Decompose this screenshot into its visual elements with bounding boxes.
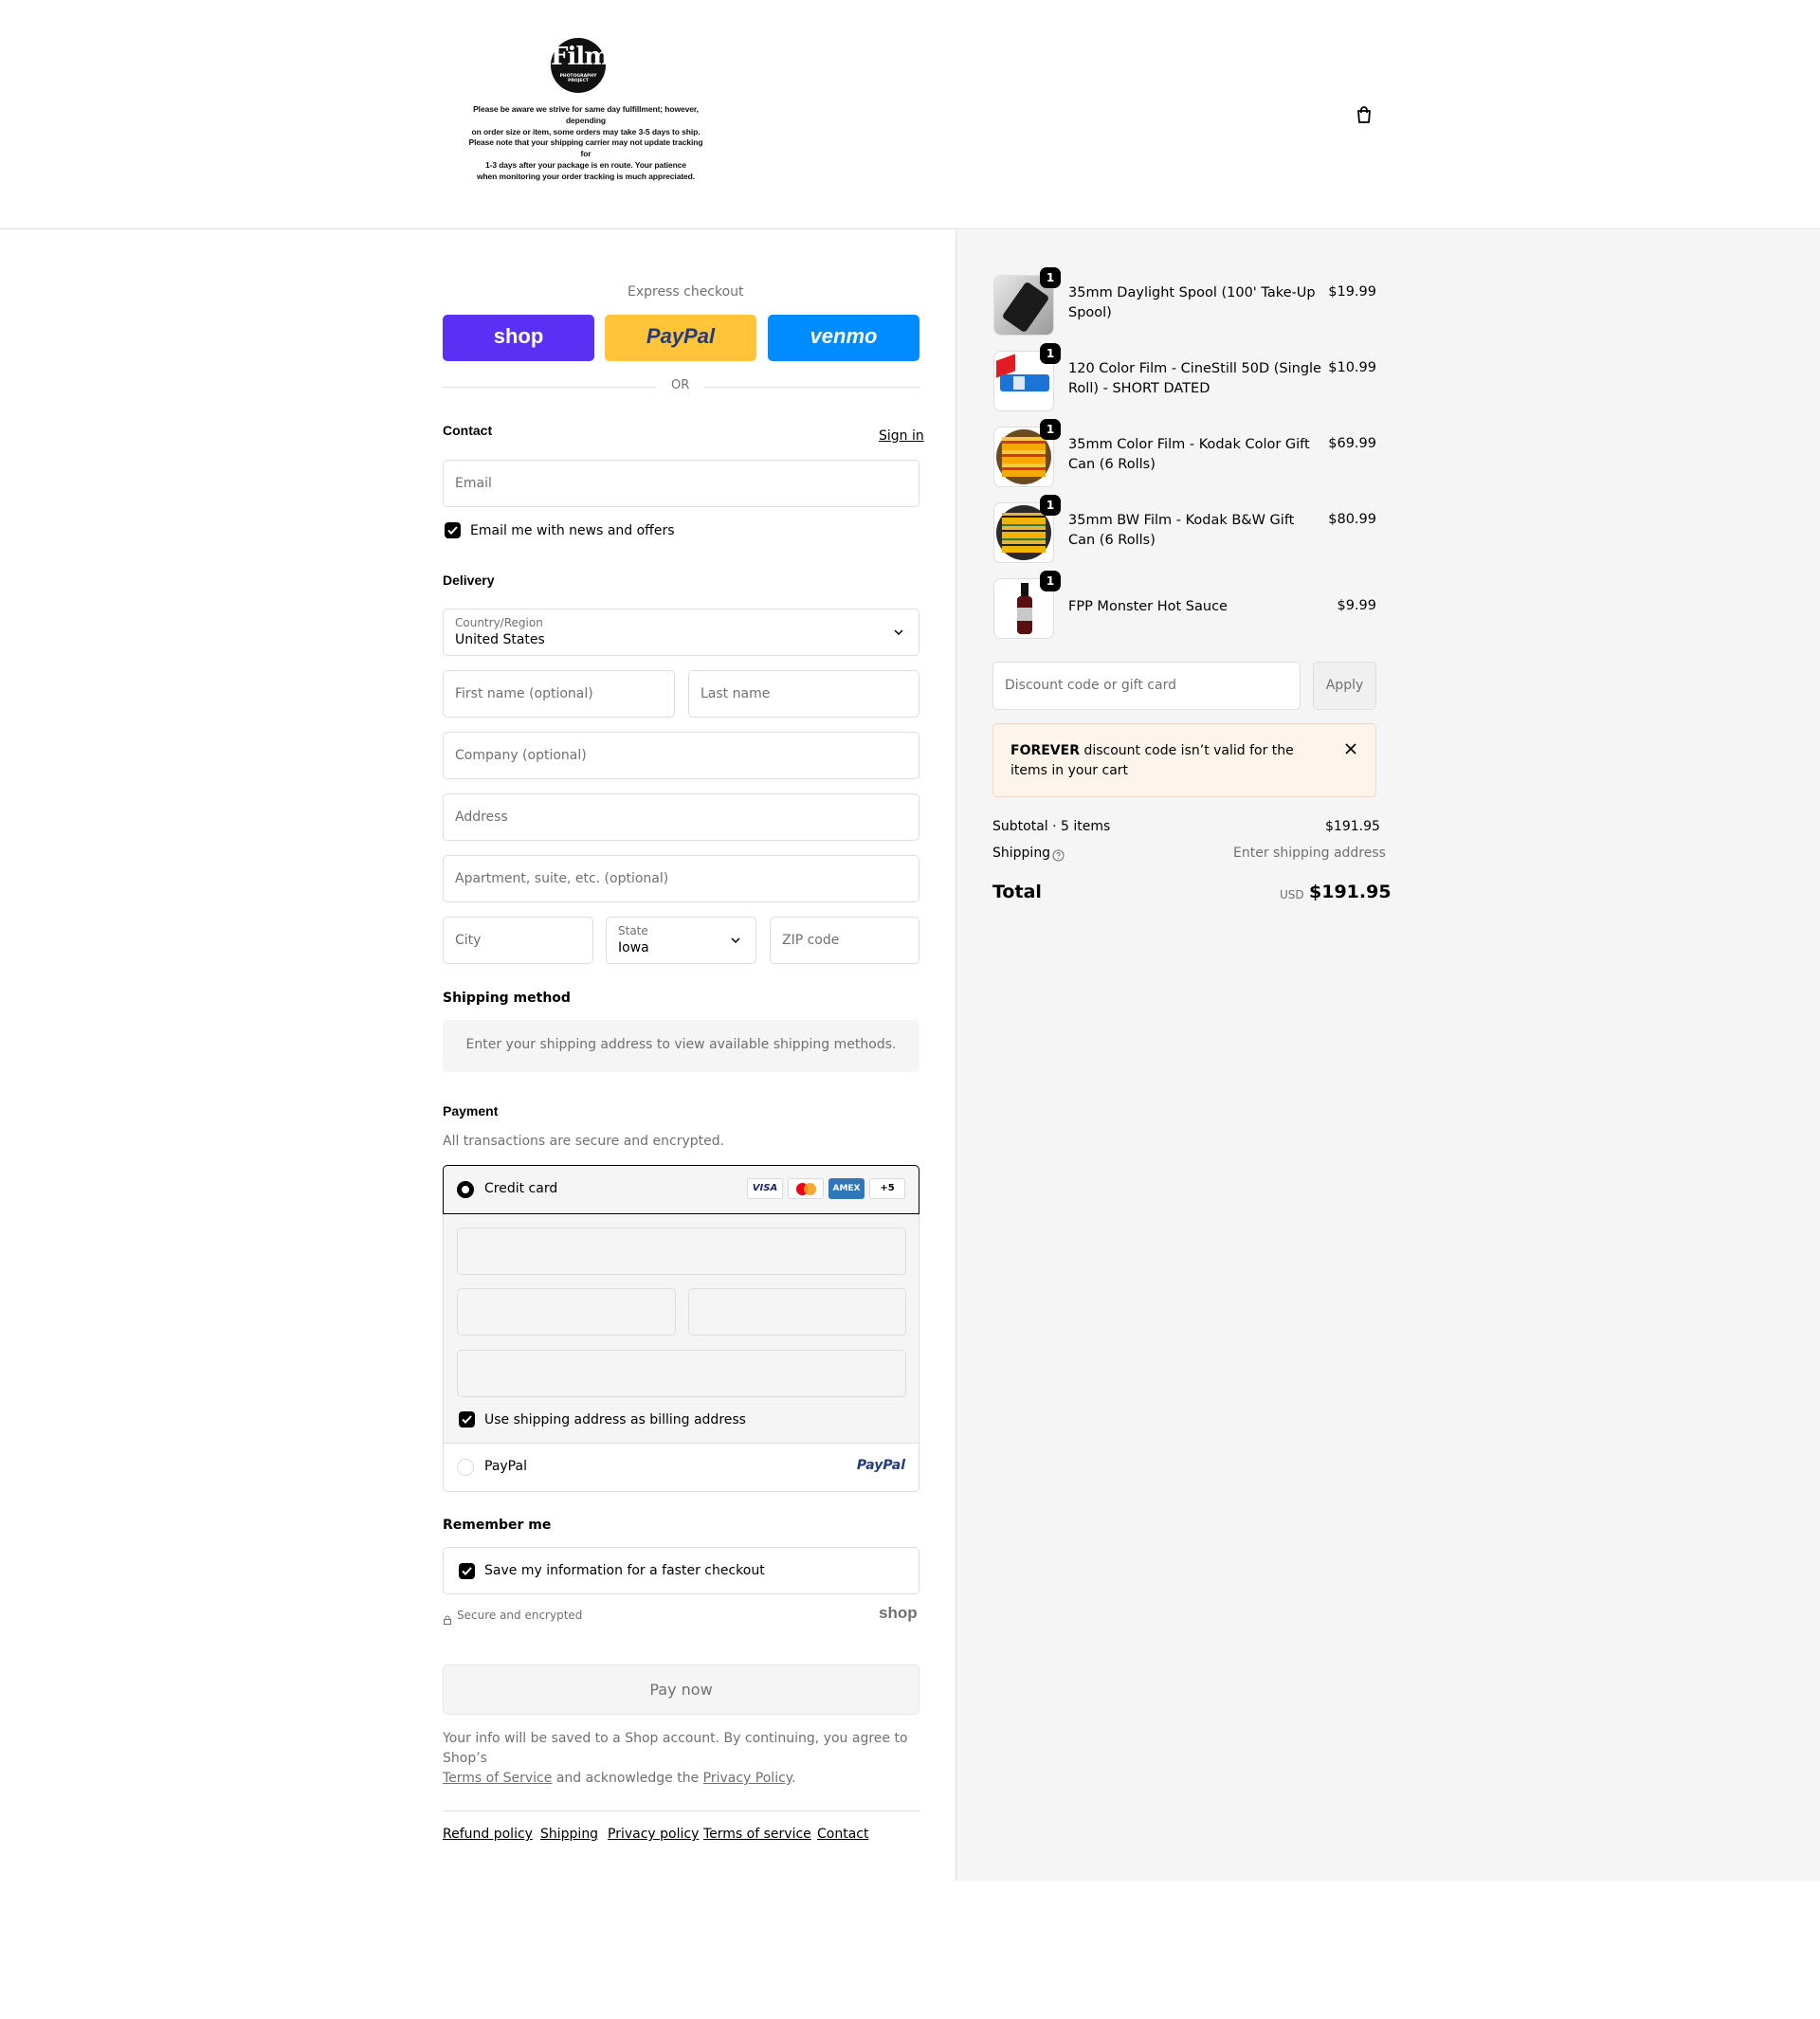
credit-card-label: Credit card <box>484 1181 558 1196</box>
paypal-logo: PayPal <box>856 1458 905 1473</box>
last-name-field[interactable]: Last name <box>688 670 919 718</box>
item-name: 35mm Color Film - Kodak Color Gift Can (… <box>1068 437 1310 472</box>
company-field[interactable]: Company (optional) <box>443 732 919 779</box>
mastercard-icon <box>788 1178 824 1199</box>
venmo-button[interactable]: venmo <box>768 315 919 361</box>
item-name: FPP Monster Hot Sauce <box>1068 599 1228 614</box>
header: Film PHOTOGRAPHY PROJECT Please be aware… <box>0 0 1820 229</box>
more-cards-badge: +5 <box>869 1178 905 1199</box>
close-icon[interactable] <box>1344 741 1357 755</box>
state-select[interactable]: State Iowa <box>606 917 756 964</box>
divider-left <box>443 387 656 388</box>
terms-of-service-link[interactable]: Terms of Service <box>443 1771 552 1786</box>
item-price: $19.99 <box>1328 284 1376 300</box>
footer-shipping[interactable]: Shipping <box>540 1827 598 1842</box>
paypal-radio[interactable] <box>457 1459 474 1476</box>
currency-label: USD <box>1280 888 1304 901</box>
total-value: $191.95 <box>1309 882 1392 902</box>
amex-icon: AMEX <box>828 1178 864 1199</box>
subtotal-label: Subtotal · 5 items <box>992 819 1111 834</box>
billing-checkbox-label: Use shipping address as billing address <box>484 1412 746 1428</box>
discount-error-alert: FOREVER discount code isn’t valid for th… <box>992 723 1376 797</box>
footer-privacy-policy[interactable]: Privacy policy <box>608 1827 699 1842</box>
shop-pay-button[interactable]: shop <box>443 315 594 361</box>
contact-heading: Contact <box>443 423 493 438</box>
item-price: $10.99 <box>1328 360 1376 375</box>
secure-text: Secure and encrypted <box>457 1609 583 1622</box>
quantity-badge: 1 <box>1040 495 1061 516</box>
lock-icon <box>443 1610 452 1625</box>
footer-divider <box>443 1810 919 1811</box>
shipping-method-notice: Enter your shipping address to view avai… <box>443 1020 919 1072</box>
paypal-option[interactable]: PayPal PayPal <box>443 1443 919 1492</box>
help-icon[interactable] <box>1052 847 1065 862</box>
email-field[interactable]: Email <box>443 460 919 507</box>
city-field[interactable]: City <box>443 917 593 964</box>
footer-contact[interactable]: Contact <box>817 1827 868 1842</box>
shipping-notice: Please be aware we strive for same day f… <box>468 104 703 181</box>
item-price: $80.99 <box>1328 512 1376 527</box>
quantity-badge: 1 <box>1040 571 1061 591</box>
address-field[interactable]: Address <box>443 793 919 841</box>
privacy-policy-link[interactable]: Privacy Policy <box>703 1771 792 1786</box>
first-name-field[interactable]: First name (optional) <box>443 670 675 718</box>
shipping-value: Enter shipping address <box>1233 846 1386 861</box>
quantity-badge: 1 <box>1040 267 1061 288</box>
visa-icon: VISA <box>747 1178 783 1199</box>
discount-code-field[interactable]: Discount code or gift card <box>992 662 1301 710</box>
news-checkbox-label: Email me with news and offers <box>470 523 675 538</box>
total-label: Total <box>992 882 1042 902</box>
pay-now-button[interactable]: Pay now <box>443 1664 919 1715</box>
chevron-down-icon <box>731 937 740 944</box>
shop-logo: shop <box>879 1604 918 1622</box>
legal-text: Your info will be saved to a Shop accoun… <box>443 1731 908 1786</box>
remember-me-box[interactable]: Save my information for a faster checkou… <box>443 1547 919 1594</box>
billing-checkbox[interactable] <box>459 1411 475 1428</box>
save-info-checkbox[interactable] <box>459 1563 475 1579</box>
item-price: $9.99 <box>1337 598 1376 613</box>
payment-subtitle: All transactions are secure and encrypte… <box>443 1134 725 1149</box>
paypal-button[interactable]: PayPal <box>605 315 756 361</box>
shipping-method-heading: Shipping method <box>443 991 571 1006</box>
apartment-field[interactable]: Apartment, suite, etc. (optional) <box>443 855 919 902</box>
or-divider: OR <box>671 378 690 392</box>
credit-card-radio[interactable] <box>457 1181 474 1198</box>
card-number-field[interactable] <box>457 1228 906 1275</box>
logo-badge: Film PHOTOGRAPHY PROJECT <box>551 38 610 93</box>
paypal-label: PayPal <box>484 1459 527 1474</box>
payment-heading: Payment <box>443 1103 499 1119</box>
footer-terms-of-service[interactable]: Terms of service <box>703 1827 811 1842</box>
subtotal-value: $191.95 <box>1325 819 1380 834</box>
item-name: 120 Color Film - CineStill 50D (Single R… <box>1068 361 1321 396</box>
shopping-bag-icon[interactable] <box>1354 104 1374 125</box>
quantity-badge: 1 <box>1040 343 1061 364</box>
shipping-label: Shipping <box>992 846 1051 861</box>
quantity-badge: 1 <box>1040 419 1061 440</box>
chevron-down-icon <box>894 629 903 636</box>
card-expiry-field[interactable] <box>457 1288 676 1336</box>
item-name: 35mm BW Film - Kodak B&W Gift Can (6 Rol… <box>1068 513 1295 548</box>
apply-discount-button[interactable]: Apply <box>1313 662 1376 710</box>
zip-field[interactable]: ZIP code <box>770 917 919 964</box>
item-price: $69.99 <box>1328 436 1376 451</box>
card-name-field[interactable] <box>457 1350 906 1397</box>
sign-in-link[interactable]: Sign in <box>879 428 924 444</box>
order-summary <box>956 230 1820 1881</box>
item-name: 35mm Daylight Spool (100' Take-Up Spool) <box>1068 285 1316 320</box>
country-select[interactable]: Country/Region United States <box>443 609 919 656</box>
express-checkout-title: Express checkout <box>628 284 744 300</box>
news-checkbox[interactable] <box>445 522 461 538</box>
divider-right <box>704 387 919 388</box>
delivery-heading: Delivery <box>443 573 495 588</box>
footer-refund-policy[interactable]: Refund policy <box>443 1827 533 1842</box>
save-info-label: Save my information for a faster checkou… <box>484 1563 765 1578</box>
card-cvv-field[interactable] <box>688 1288 906 1336</box>
remember-me-heading: Remember me <box>443 1518 552 1533</box>
